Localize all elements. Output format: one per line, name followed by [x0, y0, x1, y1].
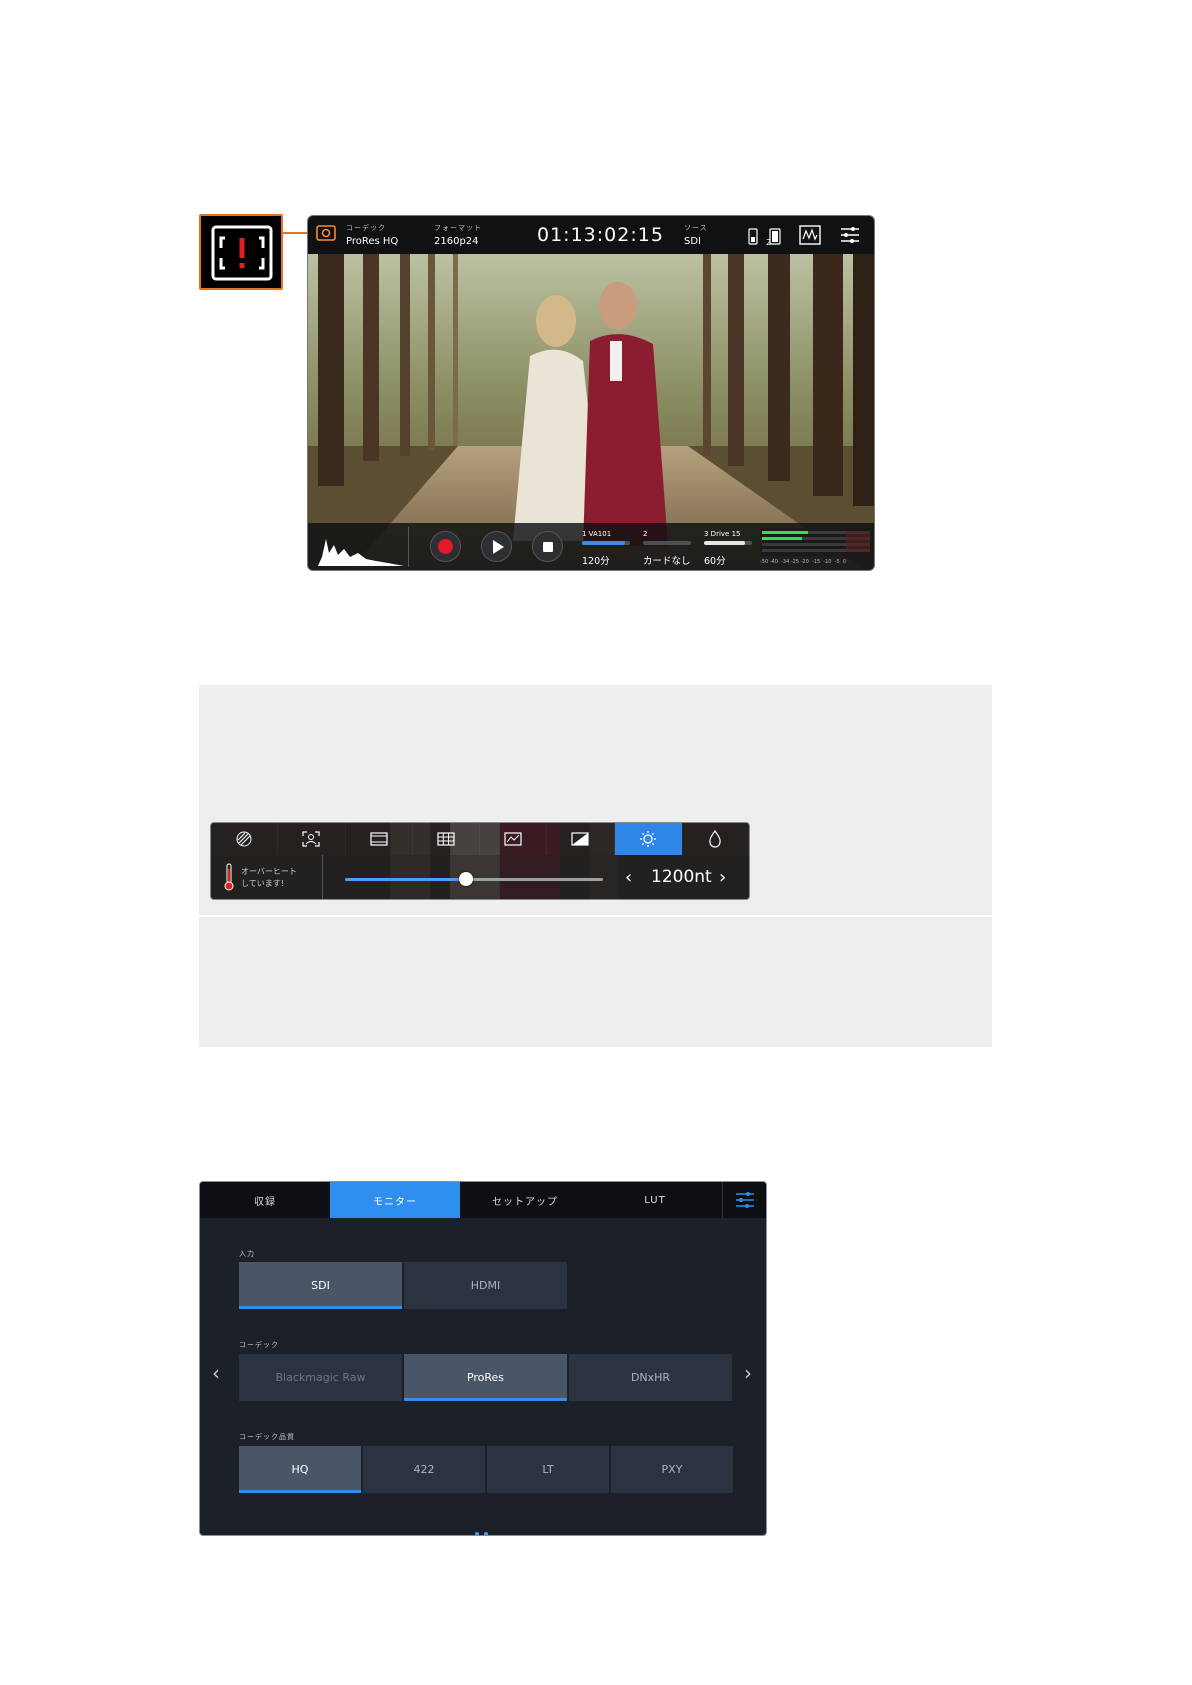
stop-icon [543, 542, 553, 552]
page-indicator[interactable] [475, 1521, 493, 1535]
tab-lut[interactable]: LUT [590, 1182, 720, 1218]
codec-quality-section-label: コーデック品質 [239, 1433, 295, 1441]
record-icon [438, 539, 453, 554]
quality-option-pxy[interactable]: PXY [611, 1446, 733, 1493]
brightness-decrease-arrow-icon[interactable]: ‹ [625, 867, 632, 888]
saturation-tab[interactable] [682, 823, 749, 855]
page-dot [475, 1532, 479, 1535]
focus-assist-icon [302, 831, 320, 847]
brightness-icon [639, 831, 656, 847]
thermometer-icon [224, 863, 234, 891]
input-option-hdmi[interactable]: HDMI [404, 1262, 567, 1309]
forest-scene-image [308, 216, 874, 570]
quality-option-hq[interactable]: HQ [239, 1446, 361, 1493]
format-label: フォーマット [434, 224, 482, 232]
settings-sliders-icon [735, 1192, 754, 1208]
brightness-slider-fill [345, 878, 467, 881]
settings-sliders-icon[interactable] [840, 226, 860, 244]
contrast-icon [571, 832, 589, 846]
audio-meter[interactable] [760, 528, 872, 556]
overheat-warning: オーバーヒート しています! [211, 855, 323, 899]
figure-divider [199, 915, 992, 917]
tab-record[interactable]: 収録 [200, 1182, 330, 1218]
codec-option-prores[interactable]: ProRes [404, 1354, 567, 1401]
source-label: ソース [684, 224, 708, 232]
play-icon [493, 540, 504, 554]
brightness-slider-knob[interactable] [459, 872, 474, 886]
false-color-tab[interactable] [480, 823, 548, 855]
monitor-screen: コーデック ProRes HQ フォーマット 2160p24 01:13:02:… [307, 215, 875, 571]
codec-option-dnxhr[interactable]: DNxHR [569, 1354, 732, 1401]
zebra-icon [236, 831, 252, 847]
slot-2-remaining: カードなし [643, 556, 691, 567]
overheat-warning-callout [199, 214, 283, 290]
brightness-control-row: オーバーヒート しています! ‹ 1200nt › [211, 855, 749, 899]
false-color-icon [504, 832, 522, 846]
slot-3-bar [704, 541, 752, 545]
slot-2-label: 2 [643, 530, 648, 538]
overheat-warning-icon [211, 225, 273, 281]
brightness-control-strip: オーバーヒート しています! ‹ 1200nt › [210, 822, 750, 900]
settings-menu: 収録 モニター セットアップ LUT 入力 SDI HDMI コーデック ‹ B… [199, 1181, 767, 1536]
codec-section-label: コーデック [239, 1341, 279, 1349]
brightness-increase-arrow-icon[interactable]: › [719, 867, 726, 888]
brightness-value: 1200nt [651, 867, 712, 887]
codec-next-arrow-icon[interactable]: › [744, 1361, 752, 1385]
codec-label: コーデック [346, 224, 386, 232]
quality-option-422[interactable]: 422 [363, 1446, 485, 1493]
brightness-slider[interactable] [345, 872, 603, 886]
monitor-bottom-bar: 1 VA101 120分 2 カードなし 3 Drive 15 60分 -50 … [308, 523, 874, 570]
grid-tab[interactable] [413, 823, 480, 855]
slot-2-bar [643, 541, 691, 545]
codec-option-braw[interactable]: Blackmagic Raw [239, 1354, 402, 1401]
menu-tab-bar: 収録 モニター セットアップ LUT [200, 1182, 766, 1218]
quality-option-lt[interactable]: LT [487, 1446, 609, 1493]
source-value[interactable]: SDI [684, 236, 701, 247]
zebra-tab[interactable] [211, 823, 279, 855]
tab-setup[interactable]: セットアップ [460, 1182, 590, 1218]
tab-monitor[interactable]: モニター [330, 1182, 460, 1218]
stop-button[interactable] [532, 531, 563, 562]
frame-guides-icon [370, 832, 388, 846]
frame-guides-tab[interactable] [346, 823, 413, 855]
monitor-top-bar: コーデック ProRes HQ フォーマット 2160p24 01:13:02:… [308, 216, 874, 254]
play-button[interactable] [481, 531, 512, 562]
grid-icon [437, 832, 455, 846]
waveform-scope-icon[interactable] [799, 225, 821, 245]
format-value[interactable]: 2160p24 [434, 236, 479, 247]
contrast-tab[interactable] [547, 823, 615, 855]
page-dot [484, 1532, 488, 1535]
overheat-text-line1: オーバーヒート [241, 867, 297, 876]
slot-1-label: 1 VA101 [582, 530, 612, 538]
audio-scale: -50 -40 -34 -25 -20 -15 -10 -5 0 [760, 559, 846, 565]
battery-number: 2 [766, 238, 772, 247]
timecode[interactable]: 01:13:02:15 [537, 224, 664, 246]
codec-prev-arrow-icon[interactable]: ‹ [212, 1361, 220, 1385]
input-section-label: 入力 [239, 1250, 255, 1258]
brightness-tab[interactable] [614, 823, 682, 855]
slot-1-bar [582, 541, 630, 545]
display-tools-tab-row [211, 823, 749, 855]
record-button[interactable] [430, 531, 461, 562]
input-option-sdi[interactable]: SDI [239, 1262, 402, 1309]
codec-value[interactable]: ProRes HQ [346, 236, 398, 247]
slot-1-remaining: 120分 [582, 556, 610, 567]
slot-3-label: 3 Drive 15 [704, 530, 741, 538]
menu-settings-button[interactable] [722, 1182, 766, 1218]
overheat-text-line2: しています! [241, 879, 284, 888]
saturation-drop-icon [709, 830, 721, 848]
histogram-icon[interactable] [316, 527, 406, 567]
focus-assist-tab[interactable] [278, 823, 346, 855]
slot-3-remaining: 60分 [704, 556, 726, 567]
overheat-status-icon[interactable] [316, 225, 336, 241]
